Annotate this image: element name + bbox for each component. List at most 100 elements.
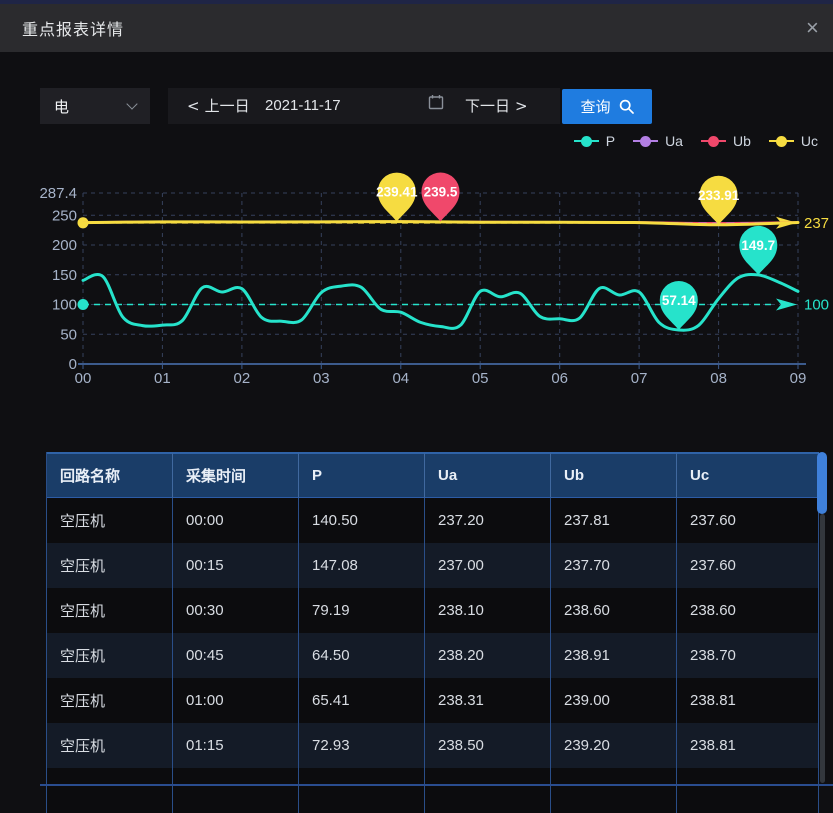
table-cell: 空压机	[47, 678, 173, 723]
table-cell: 237.20	[425, 498, 551, 543]
table-cell: 79.19	[299, 588, 425, 633]
next-day-button[interactable]: 下一日>	[465, 88, 533, 124]
table-cell: 空压机	[47, 588, 173, 633]
table-row: 空压机00:00140.50237.20237.81237.60	[47, 498, 819, 543]
column-header: Ub	[551, 452, 677, 498]
chevron-down-icon	[126, 98, 137, 109]
query-button-label: 查询	[580, 96, 610, 117]
legend-label: P	[606, 133, 615, 149]
x-axis-label: 01	[154, 370, 171, 387]
y-axis-label: 200	[52, 237, 77, 254]
table-cell: 空压机	[47, 723, 173, 768]
mark-point-pin: 239.5	[422, 173, 460, 222]
date-input[interactable]: 2021-11-17	[265, 88, 375, 124]
column-header: Ua	[425, 452, 551, 498]
legend-item-uc[interactable]: Uc	[769, 133, 818, 149]
legend-item-ub[interactable]: Ub	[701, 133, 751, 149]
column-header: 采集时间	[173, 452, 299, 498]
panel-bottom-border	[40, 784, 833, 786]
legend-item-ua[interactable]: Ua	[633, 133, 683, 149]
column-header: P	[299, 452, 425, 498]
legend-marker-icon	[633, 140, 658, 142]
x-axis-label: 02	[234, 370, 251, 387]
x-axis-label: 03	[313, 370, 330, 387]
table-cell	[173, 768, 299, 813]
table-cell	[47, 768, 173, 813]
table-cell: 238.81	[677, 723, 819, 768]
page-title: 重点报表详情	[22, 16, 124, 40]
scrollbar-thumb[interactable]	[817, 452, 827, 514]
y-axis-label: 250	[52, 207, 77, 224]
chevron-left-icon: <	[182, 97, 205, 115]
table-cell: 65.41	[299, 678, 425, 723]
column-header: 回路名称	[47, 452, 173, 498]
query-button[interactable]: 查询	[562, 89, 652, 124]
search-icon	[619, 99, 634, 114]
titlebar: 重点报表详情 ×	[0, 4, 833, 52]
table-cell: 01:00	[173, 678, 299, 723]
category-select[interactable]: 电	[40, 88, 150, 124]
table-cell	[677, 768, 819, 813]
table-cell: 237.81	[551, 498, 677, 543]
legend-marker-icon	[701, 140, 726, 142]
table-cell: 238.91	[551, 633, 677, 678]
chevron-right-icon: >	[510, 97, 533, 115]
table-cell: 238.50	[425, 723, 551, 768]
calendar-icon[interactable]	[428, 88, 444, 124]
table-cell: 238.70	[677, 633, 819, 678]
x-axis-label: 08	[710, 370, 727, 387]
svg-text:233.91: 233.91	[698, 188, 740, 203]
x-axis-label: 07	[631, 370, 648, 387]
table-cell: 239.00	[551, 678, 677, 723]
chart-legend: P Ua Ub Uc	[574, 133, 818, 149]
chart-area[interactable]: 237100239.41239.5233.91149.757.14287.425…	[0, 155, 833, 405]
table-cell: 239.20	[551, 723, 677, 768]
table-cell: 237.60	[677, 543, 819, 588]
x-axis-label: 05	[472, 370, 489, 387]
svg-text:239.5: 239.5	[424, 185, 458, 200]
table-row	[47, 768, 819, 813]
y-axis-label: 100	[52, 297, 77, 314]
table-cell: 238.31	[425, 678, 551, 723]
table-row: 空压机01:1572.93238.50239.20238.81	[47, 723, 819, 768]
table-cell: 140.50	[299, 498, 425, 543]
svg-text:239.41: 239.41	[376, 185, 418, 200]
mark-line-label: 237	[804, 215, 829, 232]
y-axis-label: 150	[52, 267, 77, 284]
mark-point-pin: 239.41	[376, 173, 418, 222]
mark-line-label: 100	[804, 297, 829, 314]
x-axis-label: 04	[392, 370, 409, 387]
x-axis-label: 09	[790, 370, 807, 387]
category-select-value: 电	[54, 96, 128, 117]
table-row: 空压机00:3079.19238.10238.60238.60	[47, 588, 819, 633]
mark-point-pin: 57.14	[660, 281, 698, 330]
prev-day-button[interactable]: <上一日	[182, 88, 250, 124]
table-cell: 空压机	[47, 633, 173, 678]
table-cell: 01:15	[173, 723, 299, 768]
y-axis-label: 287.4	[39, 185, 77, 202]
table-scrollbar	[817, 452, 828, 783]
table-cell: 00:45	[173, 633, 299, 678]
table-cell: 237.00	[425, 543, 551, 588]
table-body: 空压机00:00140.50237.20237.81237.60空压机00:15…	[47, 498, 819, 813]
legend-label: Ua	[665, 133, 683, 149]
scrollbar-track[interactable]	[820, 514, 825, 783]
table-cell: 72.93	[299, 723, 425, 768]
chart-svg[interactable]: 237100239.41239.5233.91149.757.14287.425…	[0, 155, 833, 405]
table-cell: 147.08	[299, 543, 425, 588]
table-header-row: 回路名称采集时间PUaUbUc	[47, 452, 819, 498]
table-row: 空压机00:15147.08237.00237.70237.60	[47, 543, 819, 588]
table-cell: 238.81	[677, 678, 819, 723]
table-row: 空压机01:0065.41238.31239.00238.81	[47, 678, 819, 723]
close-icon[interactable]: ×	[806, 4, 819, 52]
svg-text:57.14: 57.14	[662, 293, 696, 308]
table-cell: 238.60	[551, 588, 677, 633]
legend-item-p[interactable]: P	[574, 133, 615, 149]
mark-point-pin: 233.91	[698, 176, 740, 225]
table-cell: 238.20	[425, 633, 551, 678]
legend-label: Ub	[733, 133, 751, 149]
table-cell: 00:30	[173, 588, 299, 633]
table-row: 空压机00:4564.50238.20238.91238.70	[47, 633, 819, 678]
table-cell	[425, 768, 551, 813]
table-cell: 238.60	[677, 588, 819, 633]
